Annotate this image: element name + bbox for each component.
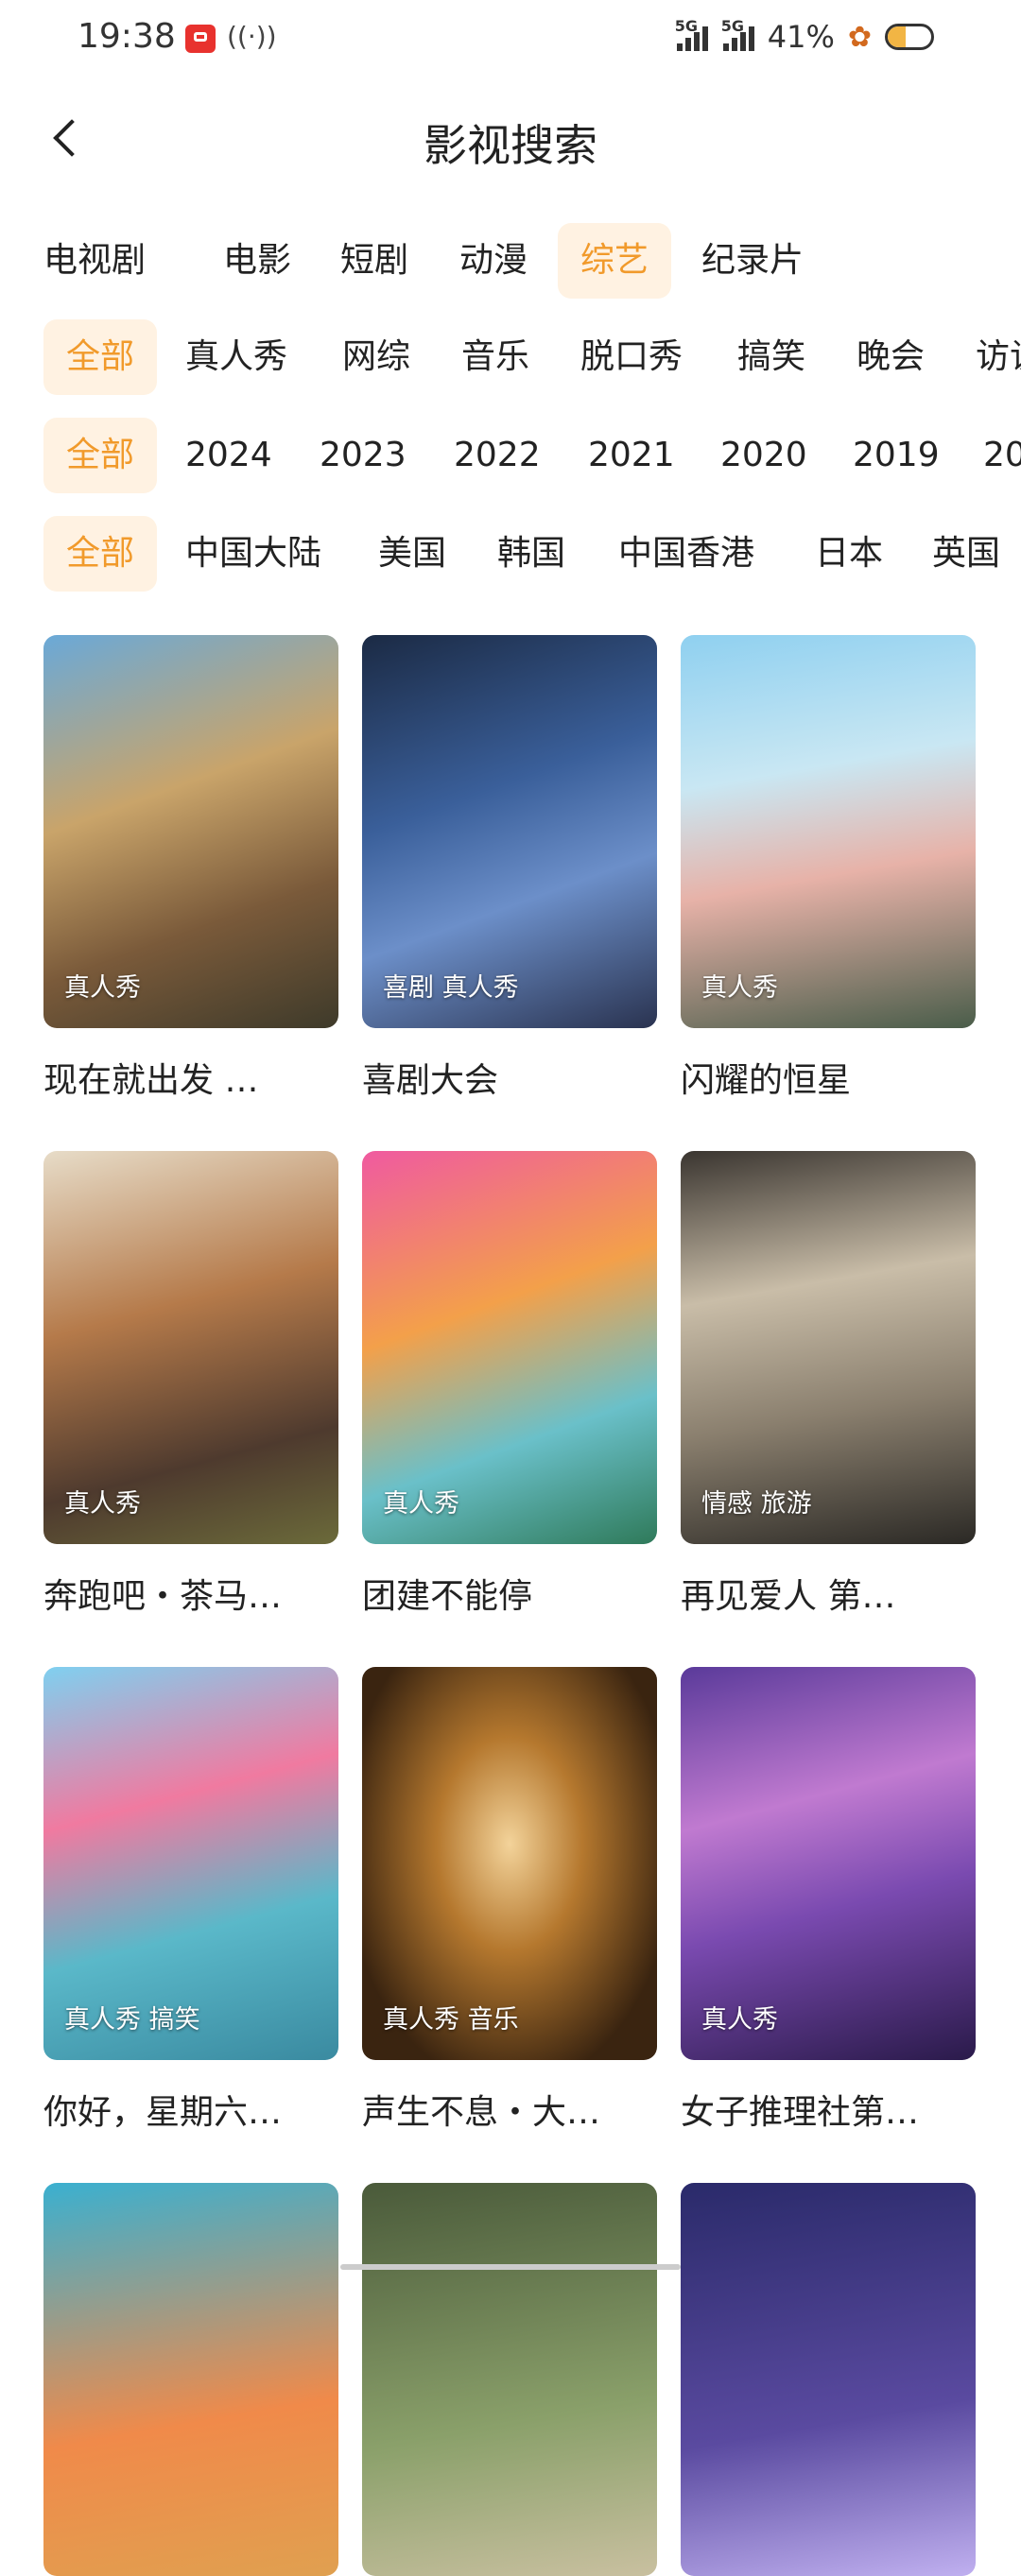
result-card[interactable]: 情感 旅游 再见爱人 第… xyxy=(681,1151,976,1618)
year-2021[interactable]: 2021 xyxy=(565,418,698,493)
poster-image: 真人秀 xyxy=(43,635,338,1028)
card-title: 女子推理社第… xyxy=(681,2093,920,2132)
region-all[interactable]: 全部 xyxy=(43,516,158,592)
result-card[interactable] xyxy=(43,2183,338,2576)
year-2023[interactable]: 2023 xyxy=(297,418,429,493)
result-card[interactable]: 喜剧 真人秀 喜剧大会 xyxy=(362,635,657,1102)
tab-anime[interactable]: 动漫 xyxy=(437,223,550,299)
card-title: 团建不能停 xyxy=(362,1577,533,1616)
poster-image: 喜剧 真人秀 xyxy=(362,635,657,1028)
genre-tag: 真人秀 xyxy=(701,2005,778,2035)
region-usa[interactable]: 美国 xyxy=(355,516,469,592)
poster-image: 真人秀 音乐 xyxy=(362,1667,657,2060)
signal-icon: 5G xyxy=(675,17,708,51)
tab-tv[interactable]: 电视剧 xyxy=(21,223,168,299)
genre-comedy[interactable]: 搞笑 xyxy=(715,319,828,395)
result-card[interactable]: 真人秀 音乐 声生不息・大… xyxy=(362,1667,657,2134)
home-indicator xyxy=(340,2264,681,2270)
poster-image: 真人秀 xyxy=(681,635,976,1028)
genre-gala[interactable]: 晚会 xyxy=(834,319,947,395)
result-card[interactable] xyxy=(362,2183,657,2576)
genre-tag: 情感 旅游 xyxy=(701,1489,812,1519)
poster-image xyxy=(362,2183,657,2576)
result-card[interactable]: 真人秀 团建不能停 xyxy=(362,1151,657,1618)
card-title: 奔跑吧・茶马… xyxy=(43,1577,283,1616)
result-card[interactable]: 真人秀 奔跑吧・茶马… xyxy=(43,1151,338,1618)
genre-tag: 真人秀 音乐 xyxy=(383,2005,519,2035)
genre-all[interactable]: 全部 xyxy=(43,319,158,395)
status-time: 19:38 xyxy=(78,17,176,56)
signal-icon-2: 5G xyxy=(721,17,754,51)
region-uk[interactable]: 英国 xyxy=(909,516,1021,592)
battery-percent: 41% xyxy=(767,19,835,55)
card-title: 喜剧大会 xyxy=(362,1061,499,1100)
genre-filters: 全部 真人秀 网综 音乐 脱口秀 搞笑 晚会 访谈 xyxy=(0,319,1021,399)
genre-talkshow[interactable]: 脱口秀 xyxy=(558,319,705,395)
genre-interview[interactable]: 访谈 xyxy=(953,319,1021,395)
year-all[interactable]: 全部 xyxy=(43,418,158,493)
poster-image xyxy=(43,2183,338,2576)
genre-reality[interactable]: 真人秀 xyxy=(163,319,310,395)
card-title: 现在就出发 … xyxy=(43,1061,259,1100)
paw-icon: ✿ xyxy=(847,20,872,54)
year-filters: 全部 2024 2023 2022 2021 2020 2019 2018 xyxy=(0,418,1021,497)
poster-image: 真人秀 xyxy=(362,1151,657,1544)
cast-icon: ((·)) xyxy=(227,21,277,52)
card-title: 声生不息・大… xyxy=(362,2093,601,2132)
tab-documentary[interactable]: 纪录片 xyxy=(679,223,826,299)
card-title: 闪耀的恒星 xyxy=(681,1061,852,1100)
year-2018[interactable]: 2018 xyxy=(960,418,1021,493)
genre-tag: 真人秀 xyxy=(701,973,778,1003)
status-bar: 19:38 ((·)) 5G 5G 41% ✿ xyxy=(0,0,1021,79)
notification-app-icon xyxy=(185,25,216,53)
poster-image: 情感 旅游 xyxy=(681,1151,976,1544)
result-card[interactable]: 真人秀 女子推理社第… xyxy=(681,1667,976,2134)
tab-variety[interactable]: 综艺 xyxy=(558,223,672,299)
type-tabs: 电视剧 电影 短剧 动漫 综艺 纪录片 xyxy=(0,223,1021,302)
header: 影视搜索 xyxy=(0,79,1021,200)
year-2019[interactable]: 2019 xyxy=(830,418,962,493)
genre-web[interactable]: 网综 xyxy=(320,319,433,395)
card-title: 你好，星期六… xyxy=(43,2093,283,2132)
result-card[interactable]: 真人秀 现在就出发 … xyxy=(43,635,338,1102)
genre-music[interactable]: 音乐 xyxy=(439,319,552,395)
genre-tag: 真人秀 xyxy=(64,1489,141,1519)
poster-image xyxy=(681,2183,976,2576)
genre-tag: 真人秀 xyxy=(383,1489,459,1519)
tab-movie[interactable]: 电影 xyxy=(200,223,314,299)
poster-image: 真人秀 xyxy=(681,1667,976,2060)
region-mainland[interactable]: 中国大陆 xyxy=(163,516,344,592)
genre-tag: 真人秀 搞笑 xyxy=(64,2005,200,2035)
region-korea[interactable]: 韩国 xyxy=(475,516,588,592)
result-card[interactable]: 真人秀 闪耀的恒星 xyxy=(681,635,976,1102)
result-card[interactable] xyxy=(681,2183,976,2576)
result-card[interactable]: 真人秀 搞笑 你好，星期六… xyxy=(43,1667,338,2134)
year-2020[interactable]: 2020 xyxy=(698,418,830,493)
region-filters: 全部 中国大陆 美国 韩国 中国香港 日本 英国 xyxy=(0,516,1021,595)
network-type-label: 5G xyxy=(674,17,698,35)
region-japan[interactable]: 日本 xyxy=(792,516,906,592)
genre-tag: 真人秀 xyxy=(64,973,141,1003)
page-title: 影视搜索 xyxy=(424,120,597,171)
year-2022[interactable]: 2022 xyxy=(431,418,563,493)
year-2024[interactable]: 2024 xyxy=(163,418,295,493)
genre-tag: 喜剧 真人秀 xyxy=(383,973,519,1003)
region-hongkong[interactable]: 中国香港 xyxy=(596,516,777,592)
poster-image: 真人秀 xyxy=(43,1151,338,1544)
battery-icon xyxy=(885,24,934,50)
tab-short-drama[interactable]: 短剧 xyxy=(318,223,431,299)
network-type-label-2: 5G xyxy=(720,17,744,35)
poster-image: 真人秀 搞笑 xyxy=(43,1667,338,2060)
card-title: 再见爱人 第… xyxy=(681,1577,896,1616)
